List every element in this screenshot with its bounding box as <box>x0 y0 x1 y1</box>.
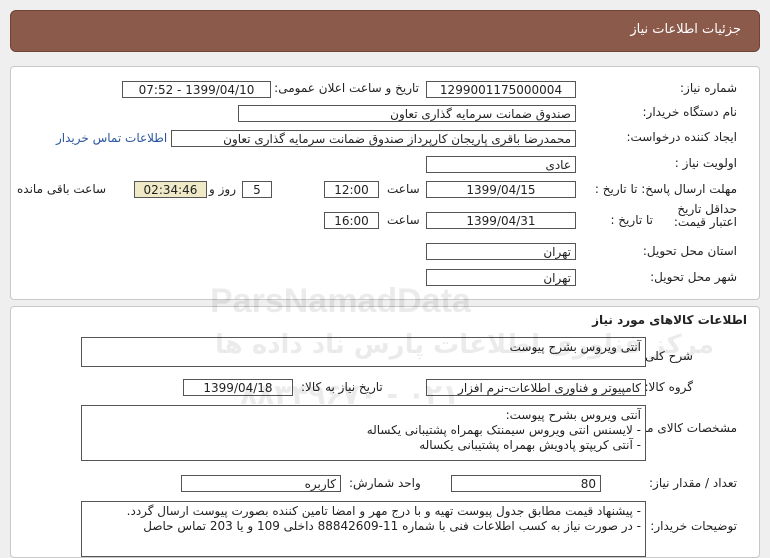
specs-line: آنتی ویروس بشرح پیوست: <box>505 408 641 422</box>
creator-label: ایجاد کننده درخواست: <box>626 130 737 144</box>
priority-label: اولویت نیاز : <box>674 156 737 170</box>
days-remaining-field: 5 <box>242 181 272 198</box>
group-field: کامپیوتر و فناوری اطلاعات-نرم افزار <box>426 379 646 396</box>
specs-line: - لایسنس انتی ویروس سیمنتک بهمراه پشتیبا… <box>366 423 641 437</box>
deadline-date-field: 1399/04/15 <box>426 181 576 198</box>
buyer-org-field: صندوق ضمانت سرمایه گذاری تعاون <box>238 105 576 122</box>
priority-field: عادی <box>426 156 576 173</box>
city-label: شهر محل تحویل: <box>650 270 737 284</box>
notes-line: - در صورت نیاز به کسب اطلاعات فنی با شما… <box>143 519 641 533</box>
unit-field: کاربره <box>181 475 341 492</box>
goods-section-title: اطلاعات کالاهای مورد نیاز <box>592 313 747 327</box>
days-label: روز و <box>209 182 236 196</box>
notes-line: - پیشنهاد قیمت مطابق جدول پیوست تهیه و ب… <box>126 504 641 518</box>
need-date-label: تاریخ نیاز به کالا: <box>301 380 383 394</box>
validity-time-field: 16:00 <box>324 212 379 229</box>
remaining-time-field: 02:34:46 <box>134 181 207 198</box>
page-header: جزئیات اطلاعات نیاز <box>10 10 760 52</box>
validity-to-label: تا تاریخ : <box>610 213 653 227</box>
general-info-panel: شماره نیاز: 1299001175000004 تاریخ و ساع… <box>10 66 760 300</box>
announce-field: 1399/04/10 - 07:52 <box>122 81 271 98</box>
goods-panel: اطلاعات کالاهای مورد نیاز شرح کلی نیاز: … <box>10 306 760 558</box>
summary-field: آنتی ویروس بشرح پیوست <box>81 337 646 367</box>
need-date-field: 1399/04/18 <box>183 379 293 396</box>
deadline-time-label: ساعت <box>387 182 420 196</box>
buyer-org-label: نام دستگاه خریدار: <box>642 105 738 119</box>
announce-label: تاریخ و ساعت اعلان عمومی: <box>274 81 419 95</box>
page-title: جزئیات اطلاعات نیاز <box>630 22 741 37</box>
city-field: تهران <box>426 269 576 286</box>
deadline-time-field: 12:00 <box>324 181 379 198</box>
unit-label: واحد شمارش: <box>349 476 421 490</box>
province-label: استان محل تحویل: <box>642 244 737 258</box>
notes-field: - پیشنهاد قیمت مطابق جدول پیوست تهیه و ب… <box>81 501 646 557</box>
remaining-label: ساعت باقی مانده <box>17 182 107 196</box>
validity-date-field: 1399/04/31 <box>426 212 576 229</box>
notes-label: توضیحات خریدار: <box>650 519 737 533</box>
creator-field: محمدرضا باقری پاریجان کارپرداز صندوق ضما… <box>171 130 576 147</box>
group-label: گروه کالا: <box>644 380 694 394</box>
buyer-contact-link[interactable]: اطلاعات تماس خریدار <box>56 131 167 145</box>
specs-field: آنتی ویروس بشرح پیوست: - لایسنس انتی ویر… <box>81 405 646 461</box>
province-field: تهران <box>426 243 576 260</box>
validity-time-label: ساعت <box>387 213 420 227</box>
specs-line: - آنتی کریپتو پادویش بهمراه پشتیبانی یکس… <box>419 438 641 452</box>
summary-text: آنتی ویروس بشرح پیوست <box>509 340 641 354</box>
need-number-label: شماره نیاز: <box>680 81 737 95</box>
validity-label: حداقل تاریخ اعتبار قیمت: <box>673 202 737 229</box>
deadline-label: مهلت ارسال پاسخ: تا تاریخ : <box>594 182 737 196</box>
qty-field: 80 <box>451 475 601 492</box>
need-number-field: 1299001175000004 <box>426 81 576 98</box>
qty-label: تعداد / مقدار نیاز: <box>649 476 737 490</box>
